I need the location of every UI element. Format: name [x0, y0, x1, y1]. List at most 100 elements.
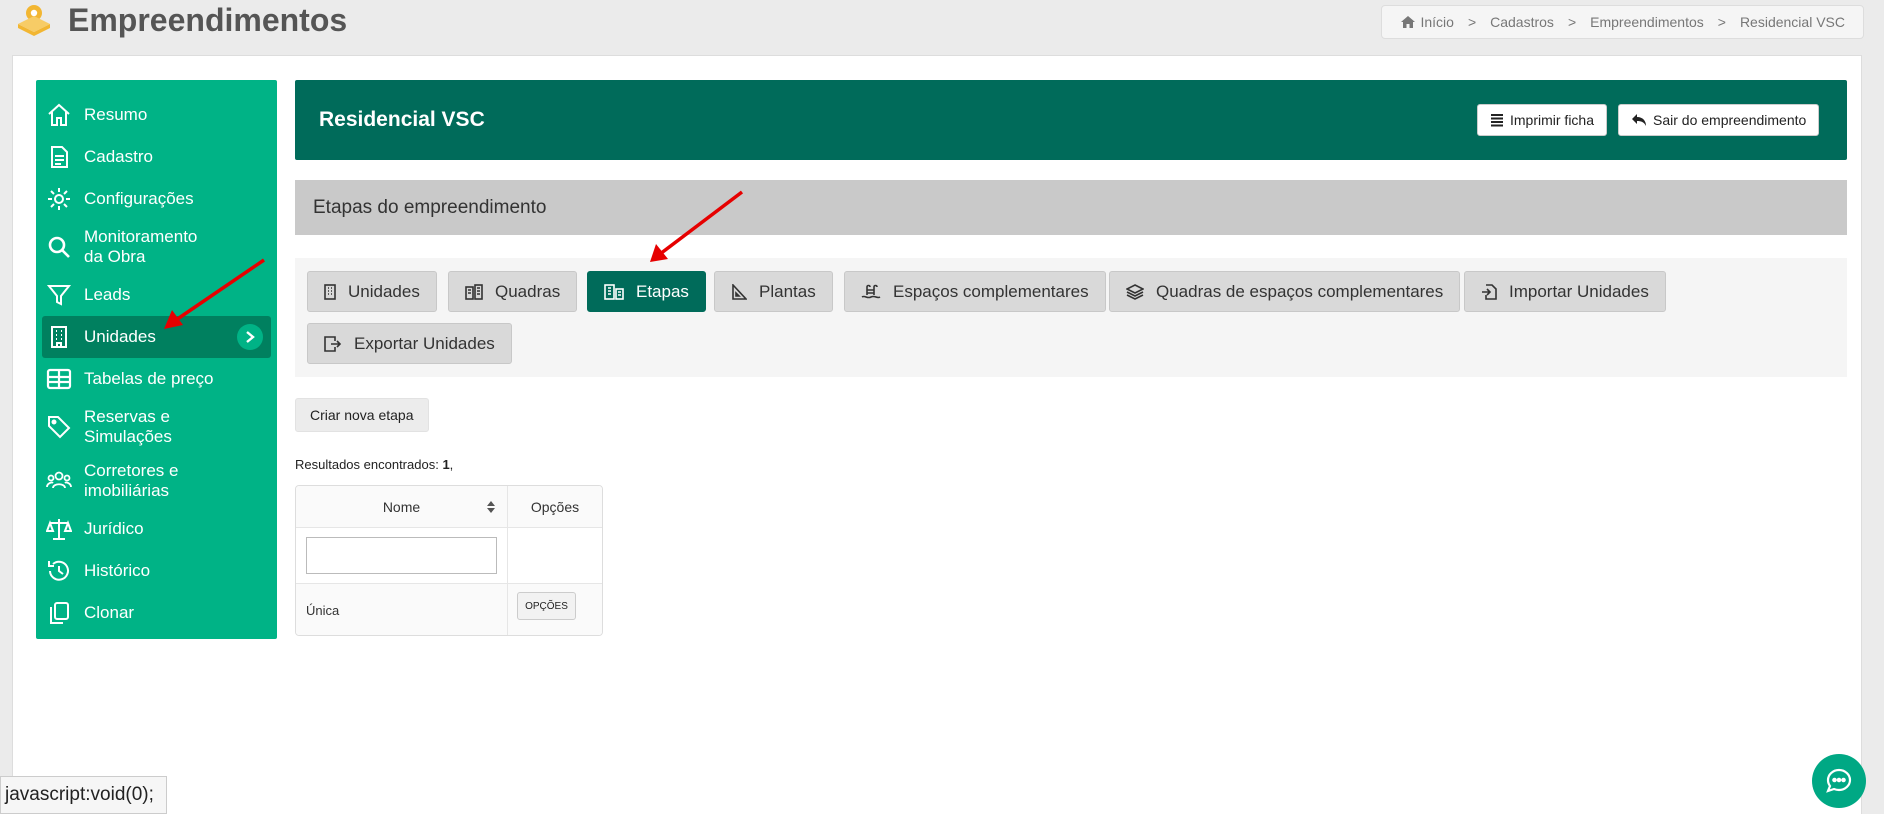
sidebar-item-label: Resumo — [84, 105, 148, 124]
sidebar-item-label: Histórico — [84, 561, 151, 580]
section-header: Etapas do empreendimento — [295, 180, 1847, 235]
section-title: Etapas do empreendimento — [313, 197, 547, 218]
exit-project-label: Sair do empreendimento — [1653, 112, 1807, 128]
scale-icon — [46, 519, 72, 540]
sidebar-item-unidades[interactable]: Unidades — [42, 316, 271, 358]
users-icon — [46, 471, 72, 489]
search-icon — [48, 236, 70, 258]
exit-project-button[interactable]: Sair do empreendimento — [1618, 104, 1820, 136]
home-icon — [1401, 16, 1416, 28]
table-header-row: Nome Opções — [296, 486, 602, 528]
import-icon — [1482, 283, 1497, 300]
sidebar-item-resumo[interactable]: Resumo — [36, 94, 277, 136]
tab-plantas[interactable]: Plantas — [714, 271, 833, 312]
sidebar-item-monitoramento[interactable]: Monitoramento da Obra — [36, 220, 277, 274]
sidebar-item-reservas[interactable]: Reservas e Simulações — [36, 400, 277, 454]
breadcrumb-home[interactable]: Início — [1400, 14, 1454, 30]
sidebar-item-configuracoes[interactable]: Configurações — [36, 178, 277, 220]
chat-bubble-icon — [1826, 768, 1852, 793]
create-stage-button[interactable]: Criar nova etapa — [295, 398, 429, 432]
column-header-label: Opções — [530, 498, 580, 515]
tabs-panel: Unidades Quadras Etapas Plantas Espaços … — [295, 258, 1847, 377]
stages-table: Nome Opções Única OPÇÕES — [295, 485, 603, 636]
history-icon — [48, 560, 69, 581]
breadcrumb-item[interactable]: Empreendimentos — [1590, 14, 1704, 30]
sidebar-item-historico[interactable]: Histórico — [36, 550, 277, 592]
building-icon — [324, 283, 336, 300]
column-header-nome[interactable]: Nome — [296, 486, 507, 527]
column-header-opcoes: Opções — [508, 486, 602, 527]
tab-importar-unidades[interactable]: Importar Unidades — [1464, 271, 1666, 312]
sidebar-item-corretores[interactable]: Corretores e imobiliárias — [36, 454, 277, 508]
tab-label: Importar Unidades — [1509, 281, 1649, 301]
breadcrumb-separator: > — [1567, 14, 1577, 30]
sort-icon[interactable] — [486, 500, 496, 514]
tab-quadras[interactable]: Quadras — [448, 271, 578, 312]
table-row: Única OPÇÕES — [296, 584, 602, 635]
page-header: Empreendimentos Início > Cadastros > Emp… — [0, 0, 1884, 50]
column-divider — [507, 528, 508, 583]
tab-unidades[interactable]: Unidades — [307, 271, 437, 312]
tab-label: Exportar Unidades — [354, 333, 495, 353]
tab-label: Unidades — [348, 281, 420, 301]
breadcrumb-item[interactable]: Cadastros — [1490, 14, 1554, 30]
sidebar-item-label: Configurações — [84, 189, 194, 208]
breadcrumb-current: Residencial VSC — [1739, 14, 1845, 30]
main-card — [12, 55, 1862, 814]
sidebar-item-label: Jurídico — [84, 519, 144, 538]
blocks-icon — [465, 283, 483, 300]
layers-icon — [1126, 283, 1144, 300]
document-icon — [51, 146, 68, 168]
sidebar-item-clonar[interactable]: Clonar — [36, 592, 277, 634]
sidebar-item-leads[interactable]: Leads — [36, 274, 277, 316]
sidebar-item-label: Monitoramento da Obra — [84, 227, 198, 266]
name-filter-input[interactable] — [306, 537, 497, 574]
tab-exportar-unidades[interactable]: Exportar Unidades — [307, 323, 512, 364]
list-icon — [1491, 114, 1503, 127]
results-count: Resultados encontrados: 1, — [295, 457, 453, 472]
breadcrumb: Início > Cadastros > Empreendimentos > R… — [1381, 5, 1864, 39]
sidebar-item-label: Cadastro — [84, 147, 153, 166]
sidebar-item-label: Tabelas de preço — [84, 369, 214, 388]
sidebar-item-cadastro[interactable]: Cadastro — [36, 136, 277, 178]
tab-label: Quadras — [495, 281, 561, 301]
tab-label: Etapas — [636, 281, 689, 301]
project-name: Residencial VSC — [319, 108, 485, 131]
table-icon — [46, 368, 72, 390]
gear-icon — [48, 188, 70, 210]
sidebar-item-label: Clonar — [84, 603, 135, 622]
column-divider — [507, 584, 508, 635]
breadcrumb-item: Início — [1420, 14, 1454, 30]
tab-label: Espaços complementares — [893, 281, 1089, 301]
sidebar-item-label: Leads — [84, 285, 131, 304]
sidebar-item-tabelas[interactable]: Tabelas de preço — [36, 358, 277, 400]
project-header: Residencial VSC Imprimir ficha Sair do e… — [295, 80, 1847, 160]
page-title: Empreendimentos — [68, 2, 348, 38]
filter-icon — [46, 285, 72, 306]
home-icon — [48, 103, 70, 126]
tab-quadras-espacos-complementares[interactable]: Quadras de espaços complementares — [1109, 271, 1461, 312]
breadcrumb-separator: > — [1717, 14, 1726, 30]
building-icon — [51, 326, 67, 348]
logo-icon — [18, 5, 50, 36]
stages-icon — [604, 283, 624, 300]
results-number: 1 — [442, 457, 450, 472]
reply-icon — [1632, 114, 1646, 126]
status-bar-url: javascript:void(0); — [0, 776, 167, 814]
tag-icon — [48, 416, 71, 439]
ruler-triangle-icon — [732, 283, 747, 300]
chevron-right-icon — [237, 324, 263, 350]
sidebar: Resumo Cadastro Configurações Monitorame… — [36, 80, 277, 639]
cell-nome: Única — [306, 602, 340, 618]
tab-espacos-complementares[interactable]: Espaços complementares — [844, 271, 1106, 312]
chat-button[interactable] — [1812, 754, 1866, 808]
sidebar-item-juridico[interactable]: Jurídico — [36, 508, 277, 550]
print-sheet-button[interactable]: Imprimir ficha — [1477, 104, 1608, 136]
sidebar-item-label: Corretores e imobiliárias — [84, 461, 179, 500]
tab-etapas[interactable]: Etapas — [587, 271, 706, 312]
breadcrumb-separator: > — [1467, 14, 1477, 30]
sidebar-item-label: Unidades — [84, 327, 156, 346]
tab-label: Quadras de espaços complementares — [1156, 281, 1444, 301]
sidebar-item-label: Reservas e Simulações — [84, 407, 172, 446]
row-options-button[interactable]: OPÇÕES — [517, 592, 576, 620]
